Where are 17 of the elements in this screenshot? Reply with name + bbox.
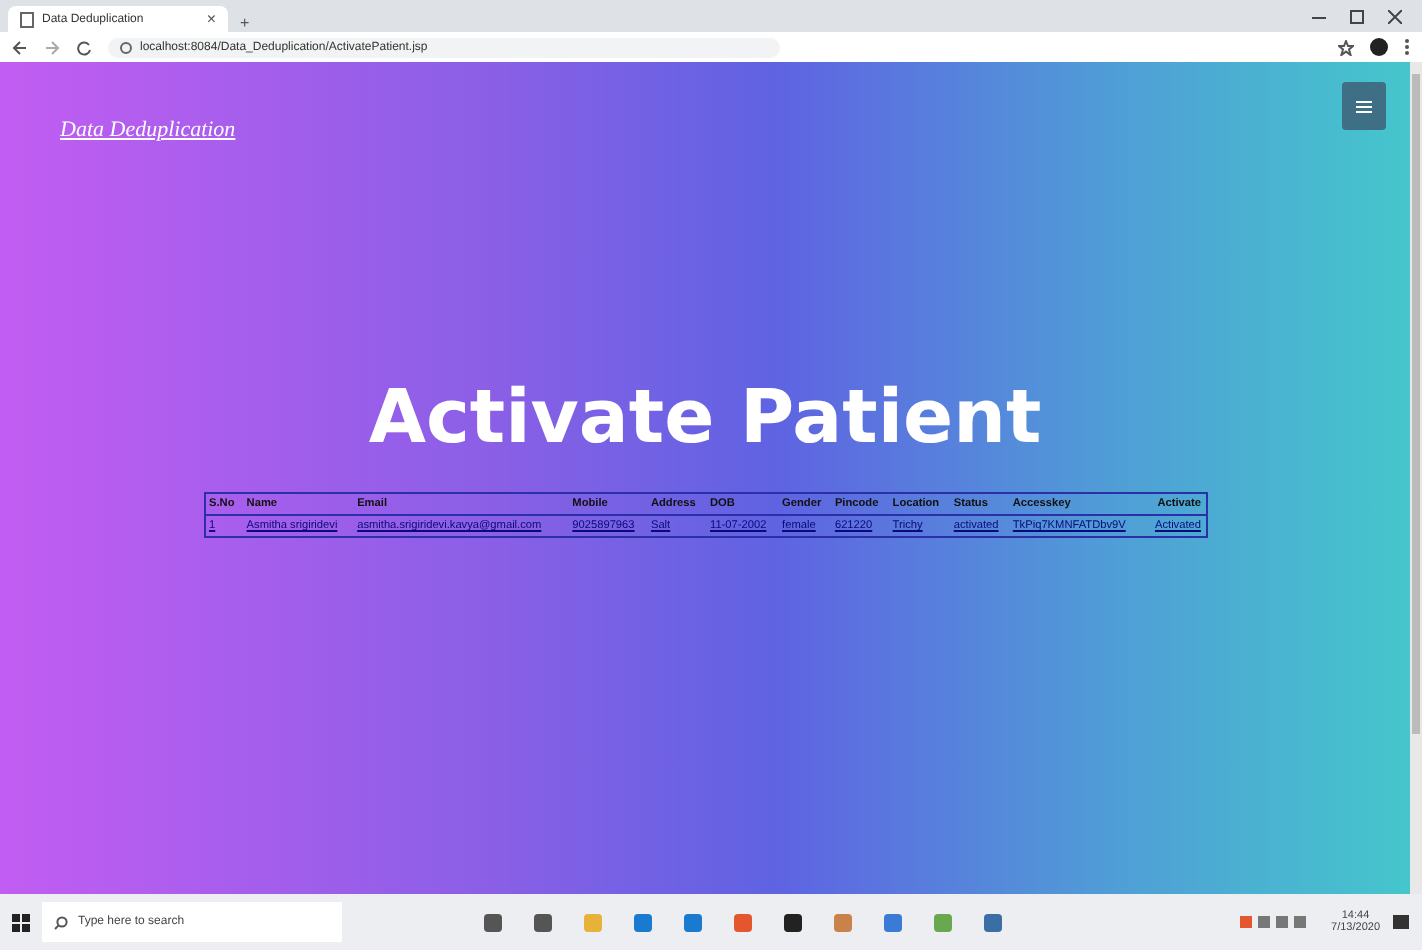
info-icon bbox=[120, 41, 132, 53]
scrollbar[interactable] bbox=[1412, 74, 1420, 734]
more-icon[interactable] bbox=[1404, 38, 1410, 56]
profile-icon[interactable] bbox=[1370, 38, 1388, 56]
star-icon[interactable] bbox=[1338, 39, 1354, 55]
close-icon[interactable] bbox=[1388, 9, 1402, 23]
start-icon[interactable] bbox=[12, 913, 30, 931]
brand-link[interactable]: Data Deduplication bbox=[60, 118, 236, 142]
menu-button[interactable] bbox=[1342, 82, 1386, 130]
reload-icon[interactable] bbox=[76, 39, 92, 55]
menu-icon bbox=[1356, 99, 1372, 113]
page-heading: Activate Patient bbox=[366, 374, 1044, 460]
new-tab-button[interactable]: + bbox=[240, 14, 250, 32]
back-icon[interactable] bbox=[12, 39, 28, 55]
maximize-icon[interactable] bbox=[1350, 9, 1364, 23]
search-icon bbox=[54, 915, 68, 929]
close-tab-button[interactable]: × bbox=[206, 10, 216, 28]
